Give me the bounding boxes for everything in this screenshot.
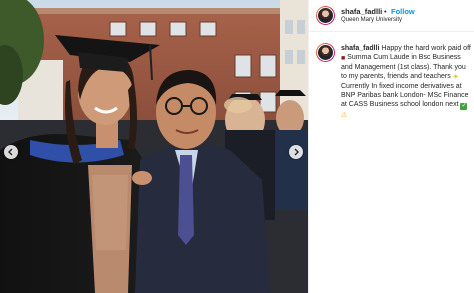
caption-text-1: Happy the hard work paid off [379,45,471,52]
next-photo-button[interactable] [289,145,303,159]
post-caption: shafa_fadlli Happy the hard work paid of… [341,44,471,120]
caption-avatar[interactable] [316,43,335,62]
location-link[interactable]: Queen Mary University [341,17,402,23]
chevron-left-icon [8,148,13,156]
caption-username-link[interactable]: shafa_fadlli [341,45,380,52]
sun-emoji: ☀ [452,74,459,82]
avatar[interactable] [316,6,335,25]
check-emoji: ✓ [460,103,468,111]
username-link[interactable]: shafa_fadlli [341,7,382,16]
caption-text-2: Summa Cum Laude in Bsc Business and Mana… [341,54,466,81]
caption-text-3: Currently In fixed income derivatives at… [341,82,469,109]
separator-dot: • [384,7,387,16]
post-photo[interactable] [0,0,308,293]
graduation-photo [0,0,308,293]
instagram-post: shafa_fadlli • Follow Queen Mary Univers… [0,0,474,293]
previous-photo-button[interactable] [4,145,18,159]
chevron-right-icon [294,148,299,156]
post-header: shafa_fadlli • Follow Queen Mary Univers… [309,0,474,32]
post-details-panel: shafa_fadlli • Follow Queen Mary Univers… [308,0,474,293]
follow-button[interactable]: Follow [391,7,415,16]
warning-emoji: ⚠ [341,112,348,120]
